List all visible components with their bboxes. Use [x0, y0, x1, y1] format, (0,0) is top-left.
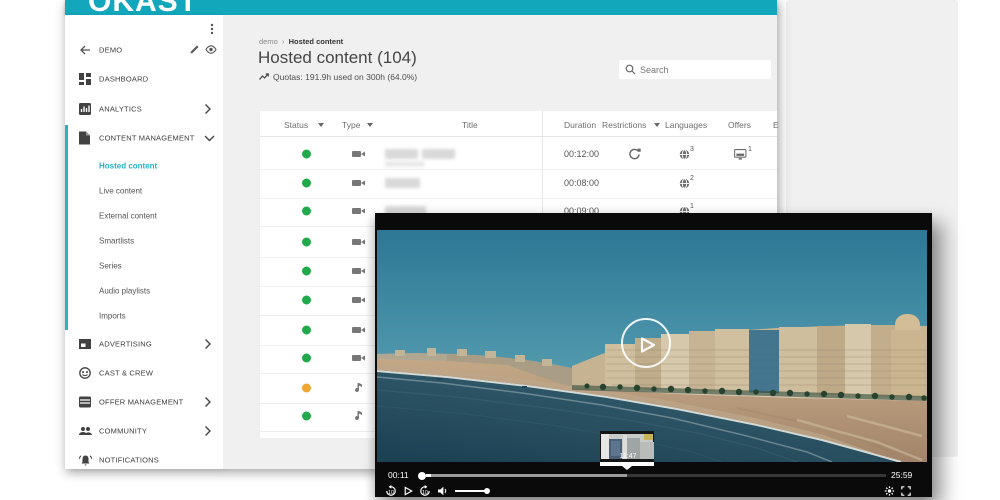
svg-text:11:47: 11:47: [620, 453, 637, 460]
svg-text:10: 10: [388, 490, 394, 496]
svg-text:10: 10: [422, 490, 428, 496]
